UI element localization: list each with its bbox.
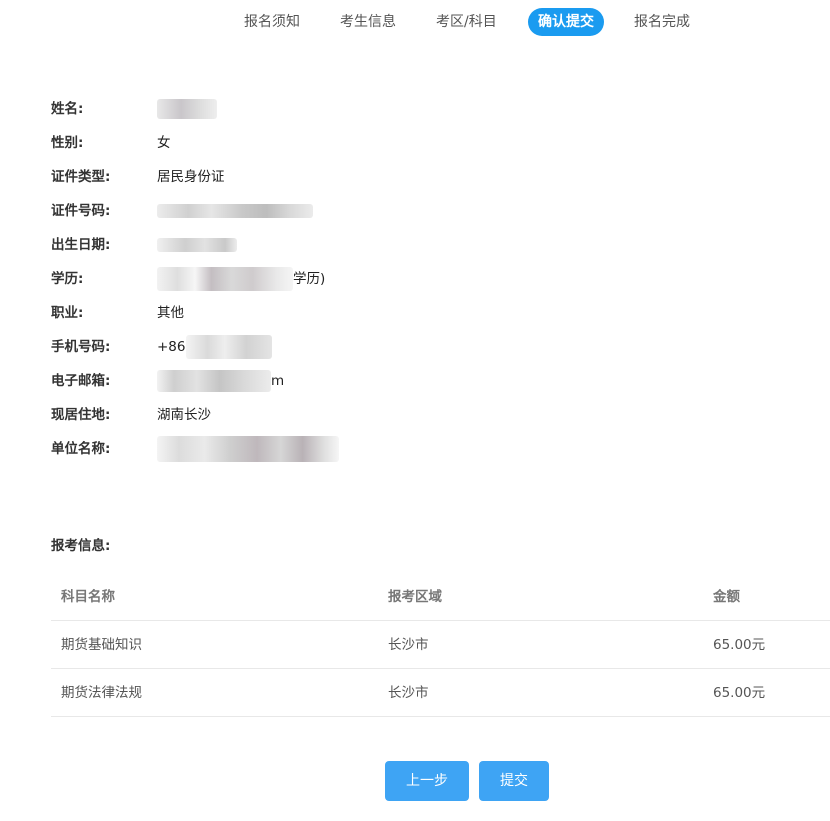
cell-region: 长沙市 [388, 685, 429, 701]
cell-subject: 期货法律法规 [61, 685, 142, 701]
submit-button[interactable]: 提交 [479, 761, 549, 801]
header-region: 报考区域 [388, 589, 442, 605]
header-amount: 金额 [713, 589, 740, 605]
email-value-text: m [271, 373, 285, 389]
info-row-company: 单位名称: [51, 435, 571, 469]
header-subject: 科目名称 [61, 589, 115, 605]
company-value [157, 435, 339, 463]
info-row-email: 电子邮箱: m [51, 367, 571, 401]
birth-label: 出生日期: [51, 237, 111, 253]
name-value [157, 95, 217, 123]
cell-amount: 65.00元 [713, 637, 766, 653]
info-row-residence: 现居住地: 湖南长沙 [51, 401, 571, 435]
table-header-row: 科目名称 报考区域 金额 [51, 573, 830, 621]
cell-subject: 期货基础知识 [61, 637, 142, 653]
exam-table: 科目名称 报考区域 金额 期货基础知识 长沙市 65.00元 期货法律法规 长沙… [51, 573, 830, 717]
info-row-id-type: 证件类型: 居民身份证 [51, 163, 571, 197]
occupation-label: 职业: [51, 305, 84, 321]
step-region-subject[interactable]: 考区/科目 [436, 8, 497, 36]
info-row-education: 学历: 学历) [51, 265, 571, 299]
table-row: 期货基础知识 长沙市 65.00元 [51, 621, 830, 669]
redacted-mosaic [157, 436, 339, 462]
table-row: 期货法律法规 长沙市 65.00元 [51, 669, 830, 717]
email-value: m [157, 367, 284, 395]
id-number-label: 证件号码: [51, 203, 111, 219]
info-row-birth: 出生日期: [51, 231, 571, 265]
cell-amount: 65.00元 [713, 685, 766, 701]
education-label: 学历: [51, 271, 84, 287]
info-row-name: 姓名: [51, 95, 571, 129]
redacted-mosaic [157, 238, 237, 252]
id-type-value: 居民身份证 [157, 169, 225, 185]
gender-label: 性别: [51, 135, 84, 151]
info-row-occupation: 职业: 其他 [51, 299, 571, 333]
id-type-label: 证件类型: [51, 169, 111, 185]
candidate-info: 姓名: 性别: 女 证件类型: 居民身份证 证件号码: 出生日期: 学历: 学历… [51, 95, 571, 469]
birth-value [157, 231, 237, 259]
info-row-phone: 手机号码: +86 [51, 333, 571, 367]
education-value: 学历) [157, 265, 325, 293]
step-candidate-info[interactable]: 考生信息 [340, 8, 396, 36]
residence-label: 现居住地: [51, 407, 111, 423]
info-row-gender: 性别: 女 [51, 129, 571, 163]
exam-info-title: 报考信息: [51, 538, 111, 554]
occupation-value: 其他 [157, 305, 184, 321]
gender-value: 女 [157, 135, 171, 151]
previous-step-button[interactable]: 上一步 [385, 761, 469, 801]
residence-value: 湖南长沙 [157, 407, 211, 423]
education-value-text: 学历) [293, 271, 326, 287]
redacted-mosaic [185, 335, 272, 359]
name-label: 姓名: [51, 101, 84, 117]
redacted-mosaic [157, 267, 293, 291]
cell-region: 长沙市 [388, 637, 429, 653]
step-confirm-submit[interactable]: 确认提交 [528, 8, 604, 36]
redacted-mosaic [157, 370, 271, 392]
redacted-mosaic [157, 204, 313, 218]
phone-value: +86 [157, 333, 272, 361]
step-notice[interactable]: 报名须知 [244, 8, 300, 36]
phone-label: 手机号码: [51, 339, 111, 355]
redacted-mosaic [157, 99, 217, 119]
phone-value-text: +86 [157, 339, 186, 355]
company-label: 单位名称: [51, 441, 111, 457]
id-number-value [157, 197, 313, 225]
step-navigation: 报名须知 考生信息 考区/科目 确认提交 报名完成 [0, 8, 830, 36]
step-complete[interactable]: 报名完成 [634, 8, 690, 36]
email-label: 电子邮箱: [51, 373, 111, 389]
info-row-id-number: 证件号码: [51, 197, 571, 231]
